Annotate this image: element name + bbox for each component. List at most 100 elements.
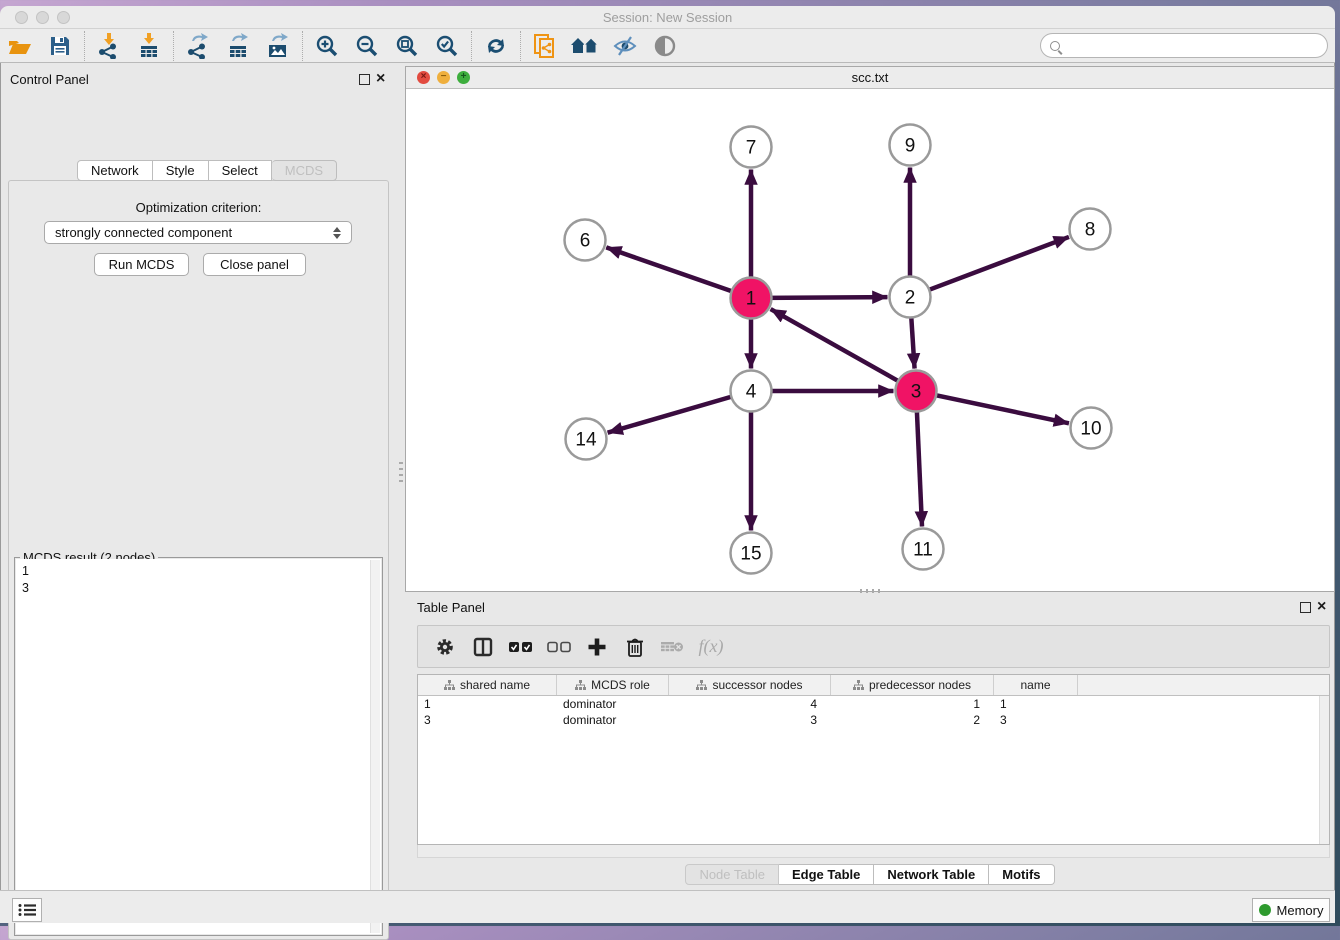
hide-selected-button[interactable] [605, 30, 645, 62]
delete-table-icon [661, 639, 685, 655]
cell-shared-name[interactable]: 3 [418, 712, 557, 728]
cell-mcds-role[interactable]: dominator [557, 696, 669, 712]
first-neighbors-button[interactable] [565, 30, 605, 62]
graph-node-7[interactable]: 7 [731, 127, 772, 168]
search-input[interactable] [1040, 33, 1328, 58]
cell-successor-nodes[interactable]: 3 [669, 712, 831, 728]
cell-name[interactable]: 3 [994, 712, 1078, 728]
export-table-button[interactable] [218, 30, 258, 62]
network-graph-canvas[interactable]: 7 9 6 8 1 2 4 3 14 10 15 11 [407, 90, 1334, 592]
close-table-panel-icon[interactable]: × [1317, 601, 1326, 612]
title-bar[interactable]: Session: New Session [0, 6, 1335, 29]
minimize-window-icon[interactable] [36, 11, 49, 24]
import-table-button[interactable] [129, 30, 169, 62]
save-session-button[interactable] [40, 30, 80, 62]
show-column-panel-button[interactable] [464, 629, 502, 665]
table-row[interactable]: 1 dominator 4 1 1 [418, 696, 1329, 712]
graph-node-6[interactable]: 6 [565, 220, 606, 261]
import-table-icon [137, 33, 161, 59]
menu-list-button[interactable] [12, 898, 42, 922]
zoom-out-button[interactable] [347, 30, 387, 62]
graph-node-15[interactable]: 15 [731, 533, 772, 574]
export-image-button[interactable] [258, 30, 298, 62]
table-horizontal-scrollbar[interactable] [417, 845, 1330, 858]
float-table-panel-icon[interactable] [1300, 602, 1311, 613]
tab-motifs[interactable]: Motifs [989, 864, 1054, 885]
node-table[interactable]: shared name MCDS role successor nodes pr… [417, 674, 1330, 845]
tab-edge-table[interactable]: Edge Table [779, 864, 874, 885]
panel-splitter-grip[interactable] [399, 462, 403, 484]
graph-node-3[interactable]: 3 [896, 371, 937, 412]
close-view-icon[interactable]: × [417, 71, 430, 84]
export-network-icon [186, 33, 210, 59]
column-header-successor-nodes[interactable]: successor nodes [669, 675, 831, 695]
column-header-mcds-role[interactable]: MCDS role [557, 675, 669, 695]
graph-edge-1-6[interactable] [606, 247, 735, 292]
close-panel-icon[interactable]: × [376, 73, 385, 84]
new-network-from-selection-button[interactable] [525, 30, 565, 62]
zoom-fit-button[interactable] [387, 30, 427, 62]
cell-predecessor-nodes[interactable]: 1 [831, 696, 994, 712]
run-mcds-button[interactable]: Run MCDS [94, 253, 189, 276]
import-network-button[interactable] [89, 30, 129, 62]
cell-shared-name[interactable]: 1 [418, 696, 557, 712]
close-panel-button[interactable]: Close panel [203, 253, 306, 276]
maximize-view-icon[interactable]: + [457, 71, 470, 84]
tab-mcds[interactable]: MCDS [272, 160, 337, 181]
graph-node-label: 7 [746, 138, 757, 159]
graph-node-8[interactable]: 8 [1070, 209, 1111, 250]
result-scrollbar[interactable] [370, 560, 380, 933]
deselect-all-columns-button[interactable] [540, 629, 578, 665]
show-all-button[interactable] [645, 30, 685, 62]
tab-node-table[interactable]: Node Table [685, 864, 779, 885]
open-session-button[interactable] [0, 30, 40, 62]
cell-predecessor-nodes[interactable]: 2 [831, 712, 994, 728]
export-network-button[interactable] [178, 30, 218, 62]
cell-mcds-role[interactable]: dominator [557, 712, 669, 728]
graph-node-11[interactable]: 11 [903, 529, 944, 570]
table-vertical-scrollbar[interactable] [1319, 696, 1329, 844]
graph-edge-3-10[interactable] [932, 394, 1069, 423]
graph-node-4[interactable]: 4 [731, 371, 772, 412]
minimize-view-icon[interactable]: − [437, 71, 450, 84]
refresh-button[interactable] [476, 30, 516, 62]
delete-column-button[interactable] [616, 629, 654, 665]
graph-node-1[interactable]: 1 [731, 278, 772, 319]
tab-network[interactable]: Network [77, 160, 153, 181]
criterion-value: strongly connected component [55, 225, 232, 240]
criterion-select[interactable]: strongly connected component [44, 221, 352, 244]
network-window-titlebar[interactable]: × − + scc.txt [406, 67, 1334, 89]
graph-node-9[interactable]: 9 [890, 125, 931, 166]
graph-edge-4-14[interactable] [608, 396, 736, 433]
control-panel: Control Panel × Network Style Select MCD… [0, 63, 397, 890]
graph-edge-3-11[interactable] [917, 407, 922, 526]
memory-button[interactable]: Memory [1252, 898, 1330, 922]
mcds-result-text[interactable]: 1 3 [16, 559, 381, 934]
graph-node-2[interactable]: 2 [890, 277, 931, 318]
graph-edge-3-1[interactable] [771, 309, 902, 383]
graph-node-10[interactable]: 10 [1071, 408, 1112, 449]
column-header-shared-name[interactable]: shared name [418, 675, 557, 695]
graph-node-14[interactable]: 14 [566, 419, 607, 460]
tab-select[interactable]: Select [209, 160, 272, 181]
zoom-in-icon [315, 34, 339, 58]
float-panel-icon[interactable] [359, 74, 370, 85]
zoom-window-icon[interactable] [57, 11, 70, 24]
select-all-columns-button[interactable] [502, 629, 540, 665]
column-header-name[interactable]: name [994, 675, 1078, 695]
table-row[interactable]: 3 dominator 3 2 3 [418, 712, 1329, 728]
cell-name[interactable]: 1 [994, 696, 1078, 712]
graph-edge-1-2[interactable] [767, 297, 887, 298]
graph-edge-2-3[interactable] [911, 313, 915, 368]
zoom-selected-button[interactable] [427, 30, 467, 62]
tab-style[interactable]: Style [153, 160, 209, 181]
close-window-icon[interactable] [15, 11, 28, 24]
cell-successor-nodes[interactable]: 4 [669, 696, 831, 712]
table-settings-button[interactable] [426, 629, 464, 665]
graph-node-label: 4 [746, 382, 757, 403]
column-header-predecessor-nodes[interactable]: predecessor nodes [831, 675, 994, 695]
add-column-button[interactable] [578, 629, 616, 665]
zoom-in-button[interactable] [307, 30, 347, 62]
tab-network-table[interactable]: Network Table [874, 864, 989, 885]
graph-edge-2-8[interactable] [925, 237, 1069, 291]
